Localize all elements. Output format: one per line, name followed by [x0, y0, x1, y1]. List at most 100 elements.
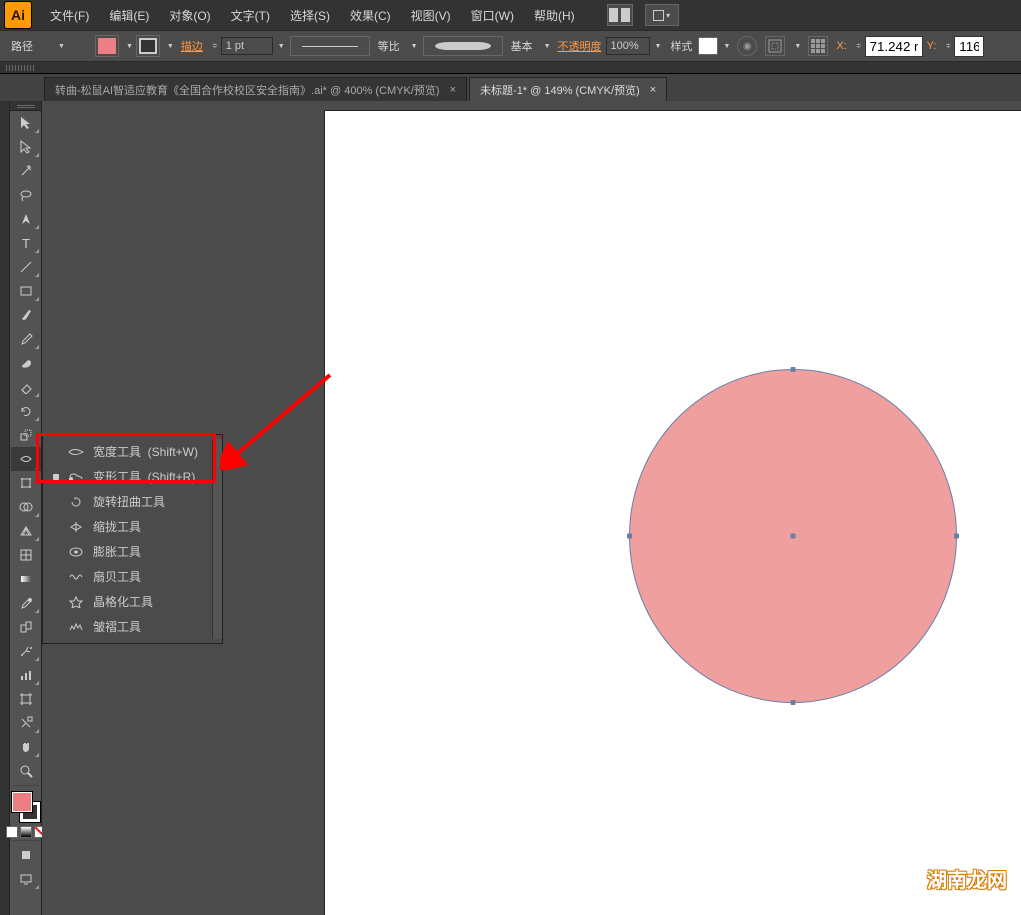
tool-icon [67, 595, 85, 609]
width-tool[interactable] [11, 447, 41, 471]
flyout-item[interactable]: 宽度工具 (Shift+W) [43, 439, 212, 464]
pen-tool[interactable] [11, 207, 41, 231]
chevron-down-icon[interactable]: ▼ [541, 43, 554, 50]
recolor-icon[interactable]: ◉ [737, 36, 757, 56]
opacity-input[interactable] [606, 37, 650, 55]
selection-tool[interactable] [11, 111, 41, 135]
zoom-tool[interactable] [11, 759, 41, 783]
flyout-item[interactable]: 缩拢工具 [43, 514, 212, 539]
svg-text:T: T [22, 236, 30, 250]
menu-file[interactable]: 文件(F) [40, 0, 99, 30]
stepper-icon[interactable]: ≑ [209, 42, 221, 50]
tearoff-handle[interactable] [212, 439, 222, 639]
style-swatch[interactable] [698, 37, 718, 55]
chevron-down-icon[interactable]: ▼ [652, 43, 665, 50]
tab-document-2[interactable]: 未标题-1* @ 149% (CMYK/预览) × [469, 77, 667, 101]
menu-text[interactable]: 文字(T) [221, 0, 280, 30]
color-mode-icon[interactable] [6, 826, 18, 838]
flyout-item[interactable]: 变形工具 (Shift+R) [43, 464, 212, 489]
tool-icon [67, 570, 85, 584]
panel-collapse-strip[interactable] [0, 101, 10, 915]
fill-color-icon[interactable] [12, 792, 32, 812]
y-input[interactable] [954, 36, 984, 57]
app-icon: Ai [4, 1, 32, 29]
menu-effect[interactable]: 效果(C) [340, 0, 401, 30]
stepper-icon[interactable]: ≑ [942, 42, 954, 50]
flyout-item[interactable]: 旋转扭曲工具 [43, 489, 212, 514]
paintbrush-tool[interactable] [11, 303, 41, 327]
chevron-down-icon[interactable]: ▼ [720, 43, 733, 50]
stroke-label[interactable]: 描边 [181, 38, 203, 54]
draw-normal-icon[interactable] [11, 843, 41, 867]
slice-tool[interactable] [11, 711, 41, 735]
watermark-baidu: Baidu 经验 jingyan.baidu.com [861, 800, 1003, 855]
fill-stroke-control[interactable] [12, 792, 40, 822]
direct-selection-tool[interactable] [11, 135, 41, 159]
profile-label: 等比 [372, 38, 406, 54]
ellipse-shape[interactable] [629, 369, 957, 703]
column-graph-tool[interactable] [11, 663, 41, 687]
symbol-sprayer-tool[interactable] [11, 639, 41, 663]
flyout-item[interactable]: 扇贝工具 [43, 564, 212, 589]
brush-shape[interactable] [423, 36, 503, 56]
gradient-mode-icon[interactable] [20, 826, 32, 838]
chevron-down-icon[interactable]: ▼ [408, 43, 421, 50]
eyedropper-tool[interactable] [11, 591, 41, 615]
flyout-item[interactable]: 膨胀工具 [43, 539, 212, 564]
anchor-point[interactable] [954, 534, 959, 539]
perspective-grid-tool[interactable] [11, 519, 41, 543]
x-input[interactable] [865, 36, 923, 57]
toolbox: T [10, 101, 42, 915]
flyout-item[interactable]: 皱褶工具 [43, 614, 212, 639]
rectangle-tool[interactable] [11, 279, 41, 303]
line-tool[interactable] [11, 255, 41, 279]
chevron-down-icon[interactable]: ▼ [123, 43, 136, 50]
tab-document-1[interactable]: 转曲-松鼠AI智适应教育《全国合作校校区安全指南》.ai* @ 400% (CM… [44, 77, 467, 101]
mesh-tool[interactable] [11, 543, 41, 567]
selection-type[interactable]: 路径 ▼ [4, 34, 95, 58]
stepper-icon[interactable]: ≑ [853, 42, 865, 50]
toolbox-grip[interactable] [10, 101, 41, 111]
gradient-tool[interactable] [11, 567, 41, 591]
screen-mode-icon[interactable] [11, 867, 41, 891]
stroke-profile-line[interactable] [290, 36, 370, 56]
panel-grip-bar[interactable] [0, 62, 1021, 74]
transform-anchor[interactable] [808, 36, 828, 56]
stroke-swatch[interactable] [136, 35, 160, 57]
flyout-item[interactable]: 晶格化工具 [43, 589, 212, 614]
menu-view[interactable]: 视图(V) [401, 0, 461, 30]
hand-tool[interactable] [11, 735, 41, 759]
stroke-width-input[interactable] [221, 37, 273, 55]
doc-arrange-icon[interactable] [607, 4, 633, 26]
menu-window[interactable]: 窗口(W) [461, 0, 524, 30]
menu-object[interactable]: 对象(O) [159, 0, 220, 30]
anchor-point[interactable] [627, 534, 632, 539]
chevron-down-icon[interactable]: ▼ [791, 43, 804, 50]
menu-select[interactable]: 选择(S) [280, 0, 340, 30]
menu-help[interactable]: 帮助(H) [524, 0, 585, 30]
menu-edit[interactable]: 编辑(E) [99, 0, 159, 30]
chevron-down-icon[interactable]: ▼ [164, 43, 177, 50]
chevron-down-icon[interactable]: ▼ [275, 43, 288, 50]
arrange-windows-icon[interactable]: ▾ [645, 4, 679, 26]
lasso-tool[interactable] [11, 183, 41, 207]
close-icon[interactable]: × [450, 84, 456, 96]
shape-builder-tool[interactable] [11, 495, 41, 519]
close-icon[interactable]: × [650, 84, 656, 96]
anchor-point[interactable] [791, 700, 796, 705]
align-icon[interactable] [765, 36, 785, 56]
anchor-point[interactable] [791, 367, 796, 372]
type-tool[interactable]: T [11, 231, 41, 255]
rotate-tool[interactable] [11, 399, 41, 423]
pencil-tool[interactable] [11, 327, 41, 351]
blob-brush-tool[interactable] [11, 351, 41, 375]
magic-wand-tool[interactable] [11, 159, 41, 183]
opacity-label[interactable]: 不透明度 [558, 38, 602, 54]
center-point[interactable] [791, 534, 796, 539]
free-transform-tool[interactable] [11, 471, 41, 495]
fill-swatch[interactable] [95, 35, 119, 57]
eraser-tool[interactable] [11, 375, 41, 399]
blend-tool[interactable] [11, 615, 41, 639]
artboard-tool[interactable] [11, 687, 41, 711]
scale-tool[interactable] [11, 423, 41, 447]
